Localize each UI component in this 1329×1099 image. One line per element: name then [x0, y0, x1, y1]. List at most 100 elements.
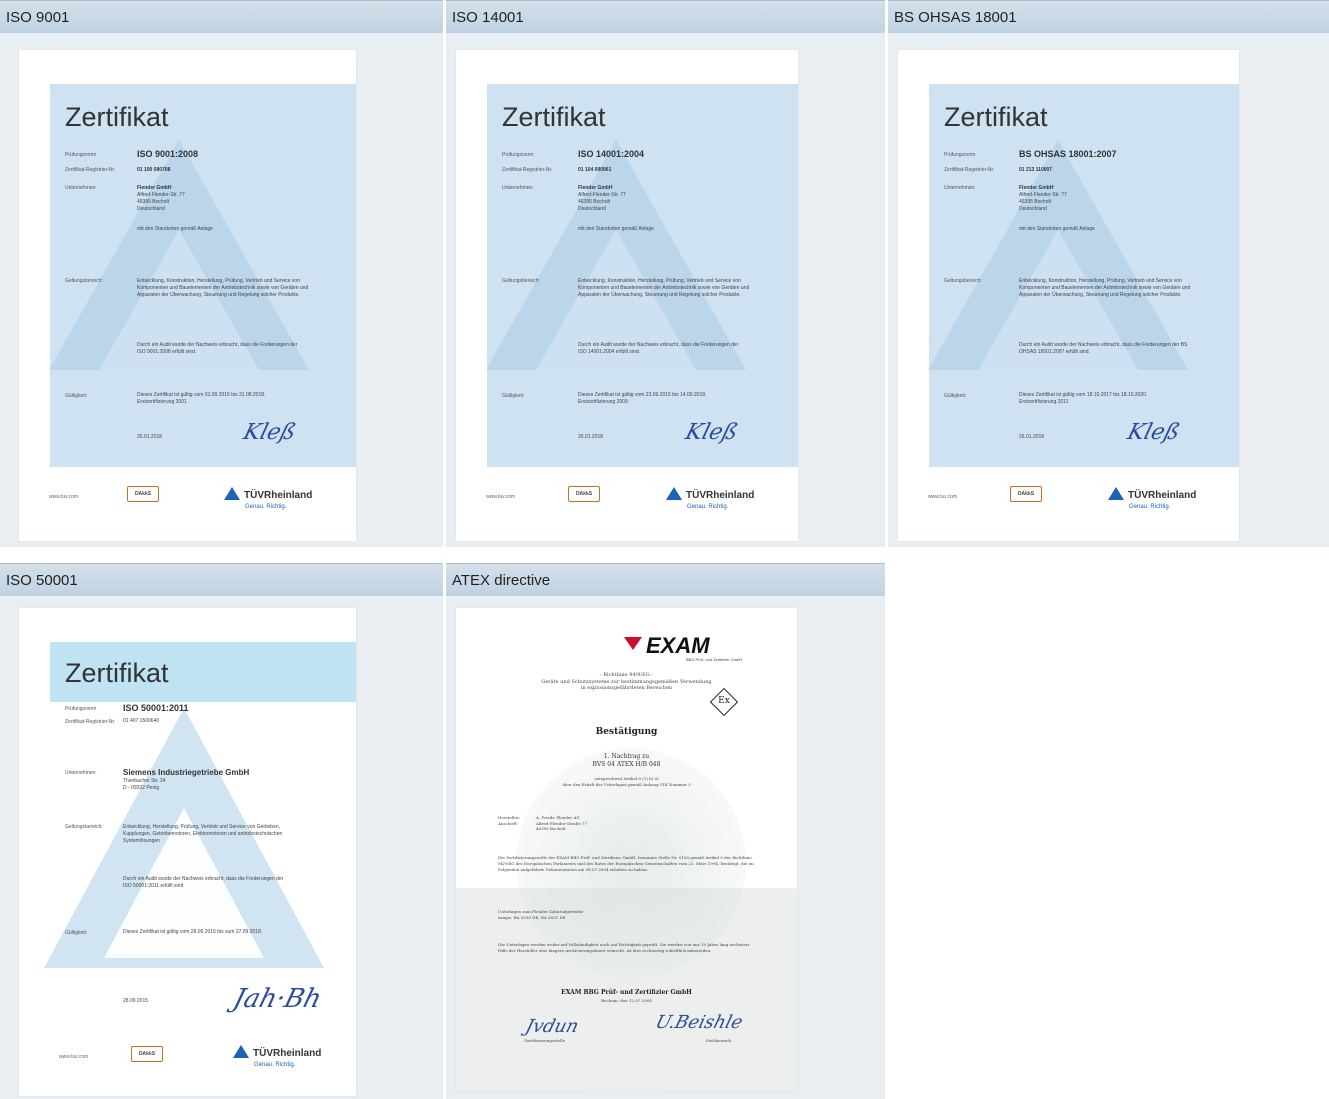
atex-archive: Die Unterlagen werden weder auf Vollstän…	[498, 942, 751, 953]
company-address: Alfred-Flender-Str. 77 46395 Bocholt Deu…	[1019, 192, 1067, 212]
footer-url: www.tuv.com	[49, 494, 79, 500]
article: entsprechend Artikel 8 (1) b) ii) über d…	[562, 776, 691, 787]
amendment: 1. Nachtrag zu	[603, 753, 650, 760]
manufacturer-label: Hersteller:	[498, 815, 520, 820]
cert-thumbnail-ohsas18001[interactable]: Zertifikat Prüfungsnorm BS OHSAS 18001:2…	[898, 50, 1239, 541]
tuv-tagline: Genau. Richtig.	[1129, 504, 1171, 510]
company-label: Unternehmen:	[502, 185, 534, 191]
validity-text: Dieses Zertifikat ist gültig vom 28.09.2…	[123, 929, 263, 935]
cert-date: 26.01.2018	[137, 434, 163, 440]
validity-text: Dieses Zertifikat ist gültig vom 18.10.2…	[1019, 392, 1148, 405]
company-name: Siemens Industriegetriebe GmbH	[123, 768, 250, 777]
exam-logo-icon	[624, 637, 642, 650]
tuv-logo-text: TÜVRheinland	[253, 1048, 322, 1059]
tuv-logo-icon	[1108, 487, 1124, 500]
tuv-logo-icon	[233, 1045, 249, 1058]
cert-header: ISO 50001	[0, 563, 443, 596]
atex-number: BVS 04 ATEX H/B 048	[592, 761, 661, 768]
directive-sub: Geräte und Schutzsysteme zur bestimmungs…	[541, 679, 712, 691]
exam-logo-text: EXAM	[646, 633, 710, 658]
validity-label: Gültigkeit:	[65, 930, 88, 936]
address-label: Anschrift:	[498, 821, 518, 826]
scope-text: Entwicklung, Konstruktion, Herstellung, …	[578, 278, 750, 298]
company-label: Unternehmen:	[65, 185, 97, 191]
cert-header: ISO 14001	[446, 0, 885, 33]
cert-title: Zertifikat	[944, 102, 1048, 132]
sites-text: mit den Standorten gemäß Anlage	[578, 226, 654, 232]
atex-docs: Unterlagen zum Flender Zahnradgetriebe s…	[498, 909, 584, 920]
tuv-logo-icon	[666, 487, 682, 500]
sig-right-label: Fachbereich	[706, 1038, 732, 1043]
exam-logo-subtitle: BBG Prüf- und Zertifizier GmbH	[686, 657, 743, 662]
cert-cell-ohsas18001: BS OHSAS 18001 Zertifikat Prüfungsnorm B…	[888, 0, 1329, 547]
audit-text: Durch ein Audit wurde der Nachweis erbra…	[123, 876, 284, 889]
issuer: EXAM BBG Prüf- und Zertifizier GmbH	[561, 989, 692, 996]
norm-value: ISO 50001:2011	[123, 703, 189, 713]
company-address: Alfred-Flender-Str. 77 46395 Bocholt Deu…	[578, 192, 626, 212]
tuv-logo-icon	[224, 487, 240, 500]
norm-value: ISO 9001:2008	[137, 149, 199, 159]
validity-label: Gültigkeit:	[944, 393, 967, 399]
address: Alfred-Flender-Straße 77 46395 Bocholt	[536, 821, 588, 831]
cert-header: ISO 9001	[0, 0, 443, 33]
signature-image: Jah·Bh	[229, 984, 325, 1014]
validity-text: Dieses Zertifikat ist gültig vom 01.09.2…	[137, 392, 266, 405]
footer-url: www.tuv.com	[928, 494, 958, 500]
tuv-logo-text: TÜVRheinland	[244, 490, 313, 501]
atex-title: Bestätigung	[595, 727, 658, 737]
dakks-logo: DAkkS	[1010, 486, 1042, 502]
audit-text: Durch ein Audit wurde der Nachweis erbra…	[1019, 342, 1188, 355]
cert-cell-iso50001: ISO 50001 Zertifikat Prüfungsnorm ISO 50…	[0, 563, 443, 1099]
cert-thumbnail-iso9001[interactable]: Zertifikat Prüfungsnorm ISO 9001:2008 Ze…	[19, 50, 356, 541]
tuv-tagline: Genau. Richtig.	[687, 504, 729, 510]
reg-value: 01 407 1500640	[123, 718, 160, 724]
signature-image: Kleß	[682, 420, 741, 445]
manufacturer: A. Friedr. Flender AG	[536, 815, 580, 820]
dakks-logo: DAkkS	[127, 486, 159, 502]
place-date: Bochum, den 12.07.2004	[601, 998, 652, 1003]
cert-title: Zertifikat	[65, 658, 169, 688]
cert-header: ATEX directive	[446, 563, 885, 596]
signature-image: Kleß	[240, 420, 299, 445]
company-name: Flender GmbH	[1019, 185, 1054, 191]
cert-thumbnail-iso50001[interactable]: Zertifikat Prüfungsnorm ISO 50001:2011 Z…	[19, 608, 356, 1096]
reg-value: 01 104 090961	[578, 167, 612, 173]
norm-label: Prüfungsnorm	[502, 152, 534, 158]
cert-cell-iso14001: ISO 14001 Zertifikat Prüfungsnorm ISO 14…	[446, 0, 885, 547]
reg-label: Zertifikat-Registrier-Nr.	[502, 167, 553, 173]
cert-thumbnail-atex[interactable]: EXAM BBG Prüf- und Zertifizier GmbH - Ri…	[456, 608, 797, 1091]
scope-text: Entwicklung, Konstruktion, Herstellung, …	[1019, 278, 1191, 298]
dakks-logo: DAkkS	[131, 1046, 163, 1062]
scope-text: Entwicklung, Herstellung, Prüfung, Vertr…	[123, 824, 283, 844]
tuv-tagline: Genau. Richtig.	[245, 504, 287, 510]
audit-text: Durch ein Audit wurde der Nachweis erbra…	[137, 342, 298, 355]
company-address: Alfred-Flender-Str. 77 46395 Bocholt Deu…	[137, 192, 185, 212]
scope-label: Geltungsbereich:	[65, 278, 103, 284]
dakks-logo: DAkkS	[568, 486, 600, 502]
scope-label: Geltungsbereich:	[944, 278, 982, 284]
norm-label: Prüfungsnorm	[65, 706, 97, 712]
signature-right-image: U.Beishle	[653, 1012, 745, 1033]
footer-url: www.tuv.com	[486, 494, 516, 500]
tuv-logo-text: TÜVRheinland	[686, 490, 755, 501]
reg-value: 01 213 110007	[1019, 167, 1053, 173]
norm-label: Prüfungsnorm	[65, 152, 97, 158]
reg-label: Zertifikat-Registrier-Nr.	[65, 719, 116, 725]
company-label: Unternehmen:	[944, 185, 976, 191]
directive: - Richtlinie 94/9/EG -	[599, 672, 654, 678]
audit-text: Durch ein Audit wurde der Nachweis erbra…	[578, 342, 739, 355]
cert-header: BS OHSAS 18001	[888, 0, 1329, 33]
reg-label: Zertifikat-Registrier-Nr.	[944, 167, 995, 173]
sites-text: mit den Standorten gemäß Anlage	[1019, 226, 1095, 232]
cert-thumbnail-iso14001[interactable]: Zertifikat Prüfungsnorm ISO 14001:2004 Z…	[456, 50, 798, 541]
validity-label: Gültigkeit:	[502, 393, 525, 399]
signature-image: Kleß	[1124, 420, 1183, 445]
signature-left-image: Jvdun	[523, 1016, 581, 1037]
atex-body: Die Zertifizierungsstelle der EXAM BBG P…	[498, 855, 754, 872]
norm-value: BS OHSAS 18001:2007	[1019, 149, 1117, 159]
cert-title: Zertifikat	[65, 102, 169, 132]
validity-text: Dieses Zertifikat ist gültig vom 23.09.2…	[578, 392, 707, 405]
scope-label: Geltungsbereich:	[502, 278, 540, 284]
cert-title: Zertifikat	[502, 102, 606, 132]
company-address: Thierbacher Str. 24 D - 09322 Penig	[123, 778, 166, 791]
